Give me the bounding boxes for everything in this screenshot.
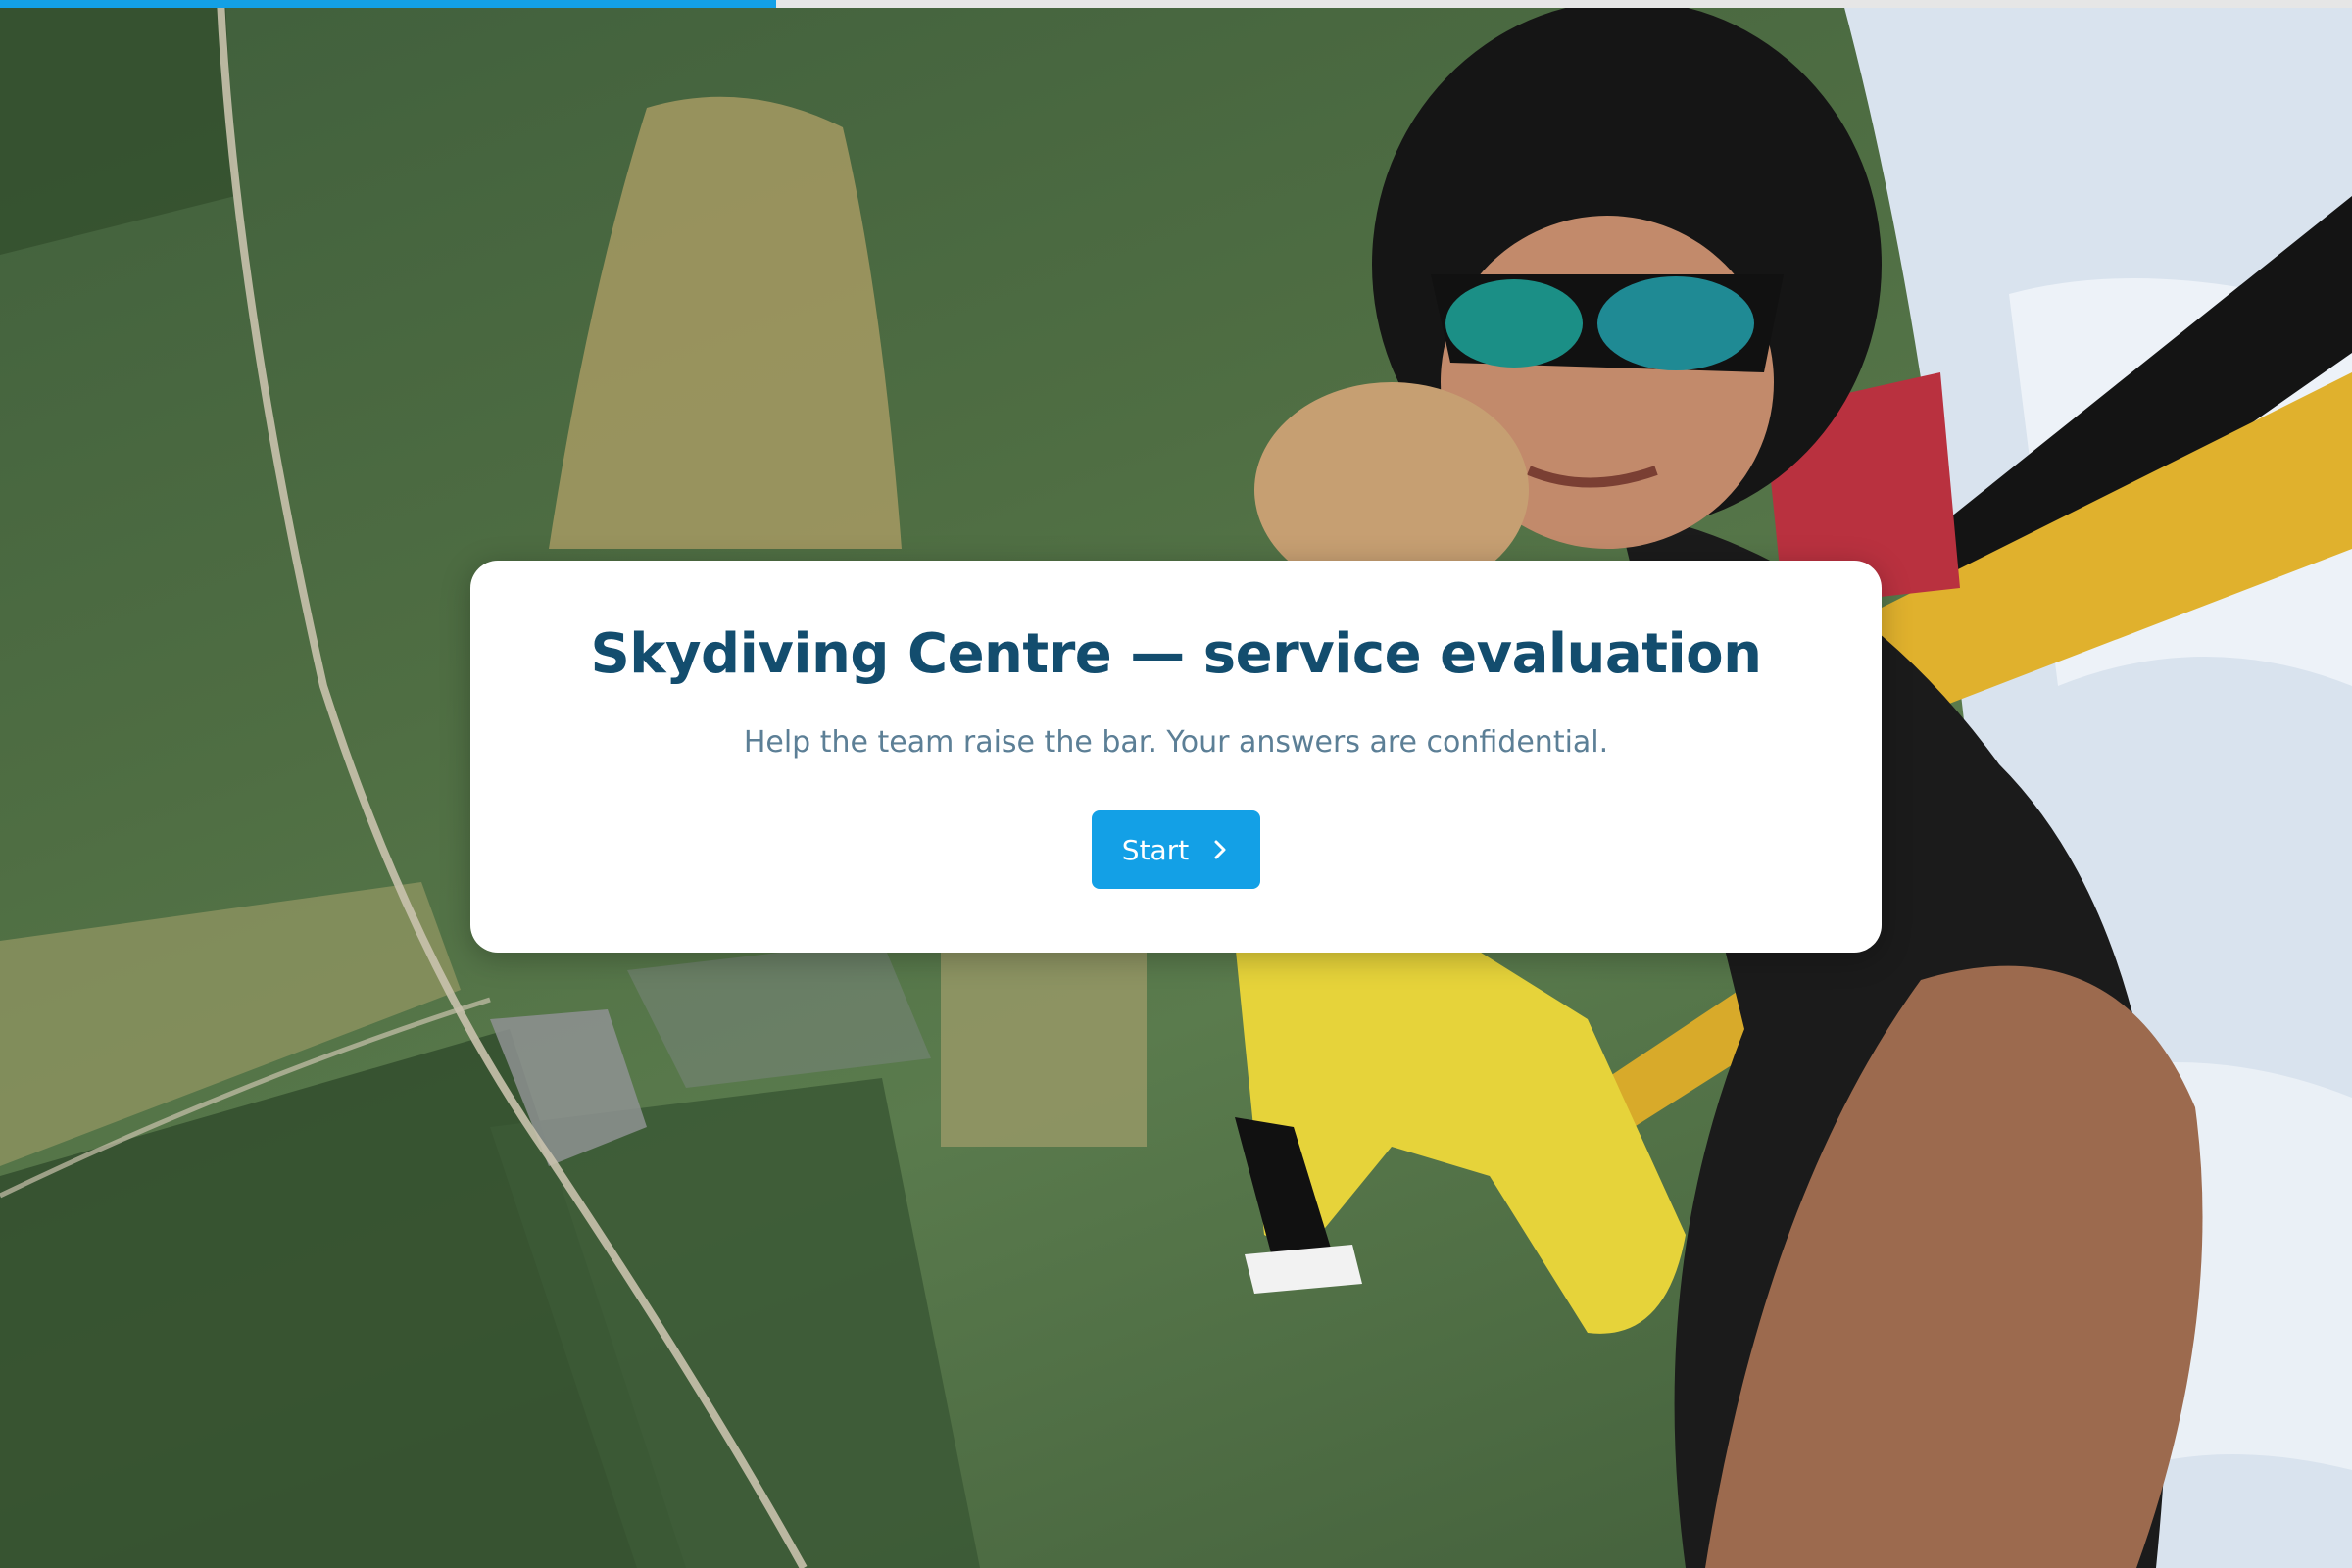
survey-subtitle: Help the team raise the bar. Your answer… [743, 725, 1609, 760]
chevron-right-icon [1210, 838, 1230, 861]
progress-bar [0, 0, 2352, 8]
survey-title: Skydiving Centre — service evaluation [590, 622, 1762, 686]
start-button[interactable]: Start [1092, 810, 1260, 889]
progress-bar-fill [0, 0, 776, 8]
start-button-label: Start [1121, 833, 1190, 866]
survey-intro-card: Skydiving Centre — service evaluation He… [470, 561, 1882, 953]
